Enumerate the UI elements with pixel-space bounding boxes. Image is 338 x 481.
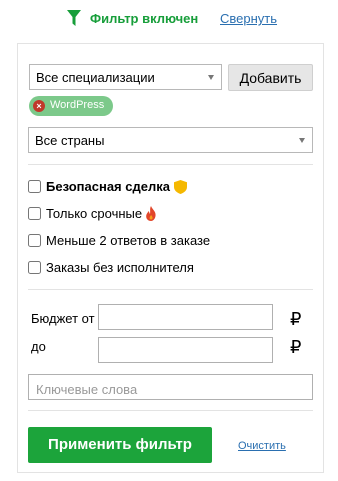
specialization-select-value: Все специализации (36, 70, 155, 85)
option-safe-deal-label: Безопасная сделка (46, 179, 170, 194)
clear-filter-link[interactable]: Очистить (238, 440, 286, 452)
shield-icon (174, 180, 187, 194)
apply-filter-button[interactable]: Применить фильтр (28, 427, 212, 463)
option-urgent[interactable]: Только срочные (28, 206, 228, 222)
option-no-executor-checkbox[interactable] (28, 261, 41, 274)
option-no-executor[interactable]: Заказы без исполнителя (28, 260, 268, 276)
currency-symbol: ₽ (290, 309, 302, 329)
divider (28, 164, 313, 165)
divider (28, 410, 313, 411)
option-no-executor-label: Заказы без исполнителя (46, 260, 194, 275)
specialization-tag-label: WordPress (50, 99, 105, 111)
filter-status: Фильтр включен (90, 11, 199, 26)
budget-to-input[interactable] (98, 337, 273, 363)
budget-from-label: Бюджет от (31, 311, 95, 326)
collapse-link[interactable]: Свернуть (220, 11, 277, 26)
keywords-input[interactable] (28, 374, 313, 400)
option-safe-deal-checkbox[interactable] (28, 180, 41, 193)
divider (28, 289, 313, 290)
filter-header: Фильтр включен Свернуть (0, 0, 338, 36)
option-urgent-label: Только срочные (46, 206, 143, 221)
currency-symbol: ₽ (290, 337, 302, 357)
chevron-down-icon (208, 75, 214, 80)
option-safe-deal[interactable]: Безопасная сделка (28, 179, 228, 195)
specialization-tag: × WordPress (29, 96, 113, 116)
budget-to-label: до (31, 339, 46, 354)
option-few-responses[interactable]: Меньше 2 ответов в заказе (28, 233, 288, 249)
budget-from-input[interactable] (98, 304, 273, 330)
option-few-responses-checkbox[interactable] (28, 234, 41, 247)
close-icon[interactable]: × (33, 100, 45, 112)
chevron-down-icon (299, 138, 305, 143)
fire-icon (146, 206, 156, 221)
add-specialization-button[interactable]: Добавить (228, 64, 313, 91)
option-urgent-checkbox[interactable] (28, 207, 41, 220)
country-select[interactable]: Все страны (28, 127, 313, 153)
funnel-icon (67, 10, 81, 26)
country-select-value: Все страны (35, 133, 105, 148)
specialization-select[interactable]: Все специализации (29, 64, 222, 90)
option-few-responses-label: Меньше 2 ответов в заказе (46, 233, 211, 248)
